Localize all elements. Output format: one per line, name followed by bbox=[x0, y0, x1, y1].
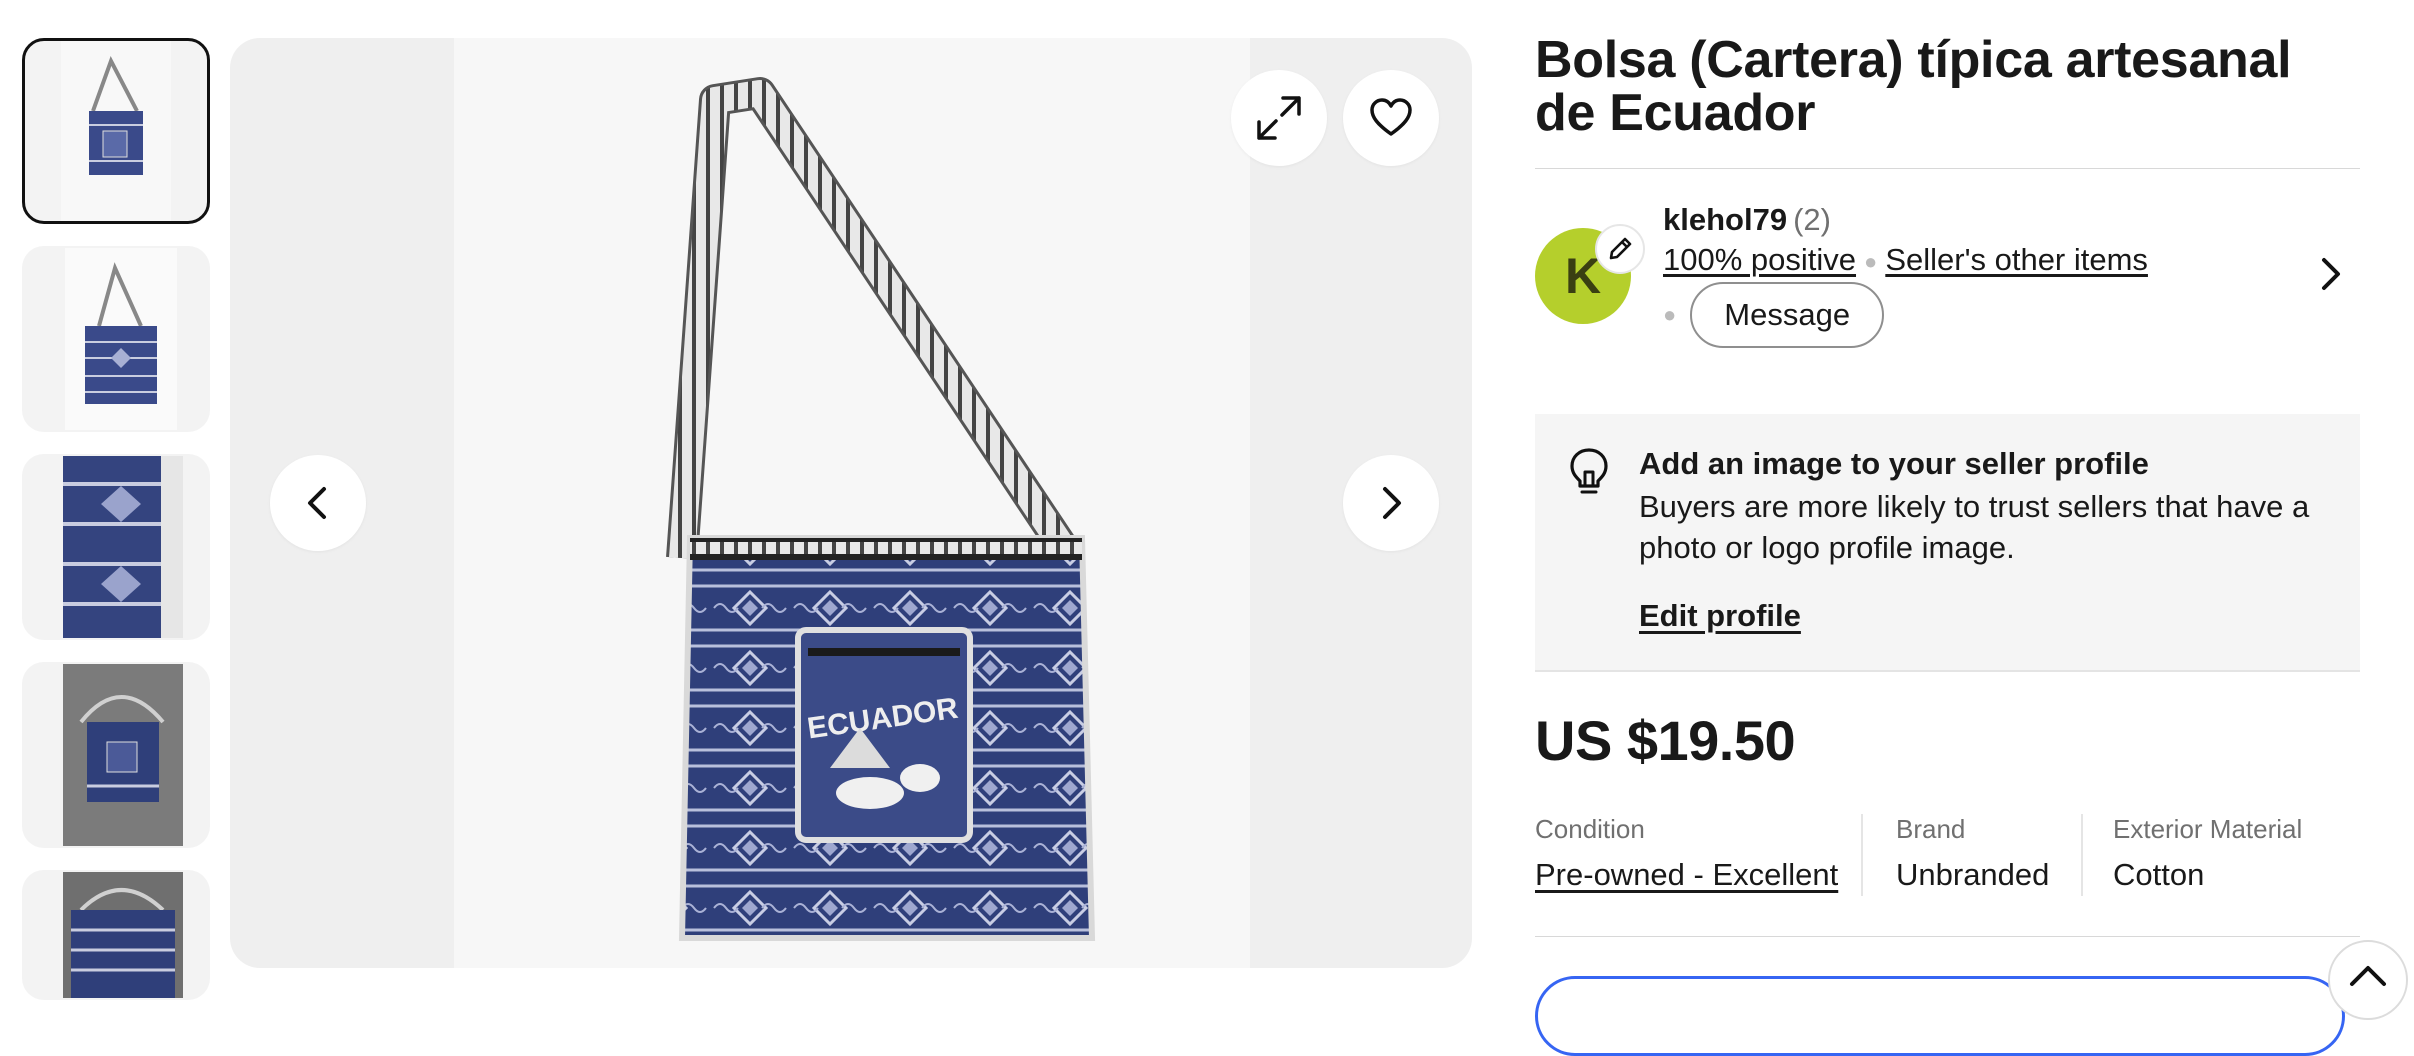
seller-username[interactable]: klehol79 bbox=[1663, 202, 1787, 237]
positive-feedback-link[interactable]: 100% positive bbox=[1663, 242, 1856, 277]
attribute-condition: Condition Pre-owned - Excellent bbox=[1535, 814, 1838, 896]
condition-value-link[interactable]: Pre-owned - Excellent bbox=[1535, 857, 1838, 893]
attribute-value: Cotton bbox=[2113, 857, 2205, 892]
seller-profile-tip: Add an image to your seller profile Buye… bbox=[1535, 414, 2360, 672]
tip-heading: Add an image to your seller profile bbox=[1639, 446, 2149, 481]
item-price: US $19.50 bbox=[1535, 709, 1796, 772]
bag-thumbnail-image bbox=[24, 872, 208, 998]
main-product-image[interactable]: ECUADOR bbox=[230, 38, 1472, 968]
attribute-label: Exterior Material bbox=[2113, 814, 2303, 844]
chevron-up-icon bbox=[2350, 966, 2386, 986]
edit-avatar-button[interactable] bbox=[1595, 224, 1645, 274]
lightbulb-icon bbox=[1570, 448, 1608, 494]
heart-icon bbox=[1370, 98, 1412, 136]
thumbnail-5[interactable] bbox=[22, 870, 210, 1000]
thumbnail-1[interactable] bbox=[22, 38, 210, 224]
bag-thumbnail-image bbox=[24, 248, 208, 430]
expand-image-button[interactable] bbox=[1231, 70, 1327, 166]
buy-button-partial[interactable] bbox=[1535, 976, 2345, 1056]
thumbnail-3[interactable] bbox=[22, 454, 210, 640]
thumbnail-4[interactable] bbox=[22, 662, 210, 848]
tip-body: Buyers are more likely to trust sellers … bbox=[1639, 489, 2310, 565]
bag-thumbnail-image bbox=[24, 664, 208, 846]
listing-title: Bolsa (Cartera) típica artesanal de Ecua… bbox=[1535, 31, 2292, 142]
chevron-right-icon bbox=[1383, 487, 1401, 519]
next-image-button[interactable] bbox=[1343, 455, 1439, 551]
attribute-divider bbox=[1861, 814, 1863, 896]
pencil-icon bbox=[1609, 237, 1632, 260]
seller-feedback-count[interactable]: (2) bbox=[1793, 202, 1831, 237]
seller-name-row: klehol79 (2) bbox=[1663, 202, 1831, 238]
attribute-label: Brand bbox=[1896, 814, 1966, 844]
add-to-watchlist-button[interactable] bbox=[1343, 70, 1439, 166]
separator-dot: ● bbox=[1864, 248, 1878, 274]
expand-icon bbox=[1257, 96, 1301, 140]
previous-image-button[interactable] bbox=[270, 455, 366, 551]
thumbnail-2[interactable] bbox=[22, 246, 210, 432]
chevron-left-icon bbox=[308, 487, 326, 519]
seller-details-chevron-icon[interactable] bbox=[2310, 254, 2350, 294]
attribute-brand: Brand Unbranded bbox=[1896, 814, 2049, 896]
attribute-exterior-material: Exterior Material Cotton bbox=[2113, 814, 2302, 896]
attribute-value: Unbranded bbox=[1896, 857, 2050, 892]
separator-dot: ● bbox=[1663, 302, 1677, 327]
attribute-label: Condition bbox=[1535, 814, 1645, 844]
scroll-to-top-button[interactable] bbox=[2328, 940, 2408, 1020]
attribute-divider bbox=[2081, 814, 2083, 896]
message-seller-button[interactable]: Message bbox=[1690, 282, 1885, 348]
bag-photo: ECUADOR bbox=[666, 77, 1096, 941]
edit-profile-link[interactable]: Edit profile bbox=[1639, 598, 1801, 634]
seller-other-items-link[interactable]: Seller's other items bbox=[1885, 242, 2148, 277]
bag-thumbnail-image bbox=[24, 456, 208, 638]
divider bbox=[1535, 936, 2360, 937]
message-row: ● Message bbox=[1663, 282, 1885, 348]
divider bbox=[1535, 168, 2360, 169]
seller-links: 100% positive ● Seller's other items bbox=[1663, 242, 2148, 278]
bag-thumbnail-image bbox=[25, 41, 207, 221]
